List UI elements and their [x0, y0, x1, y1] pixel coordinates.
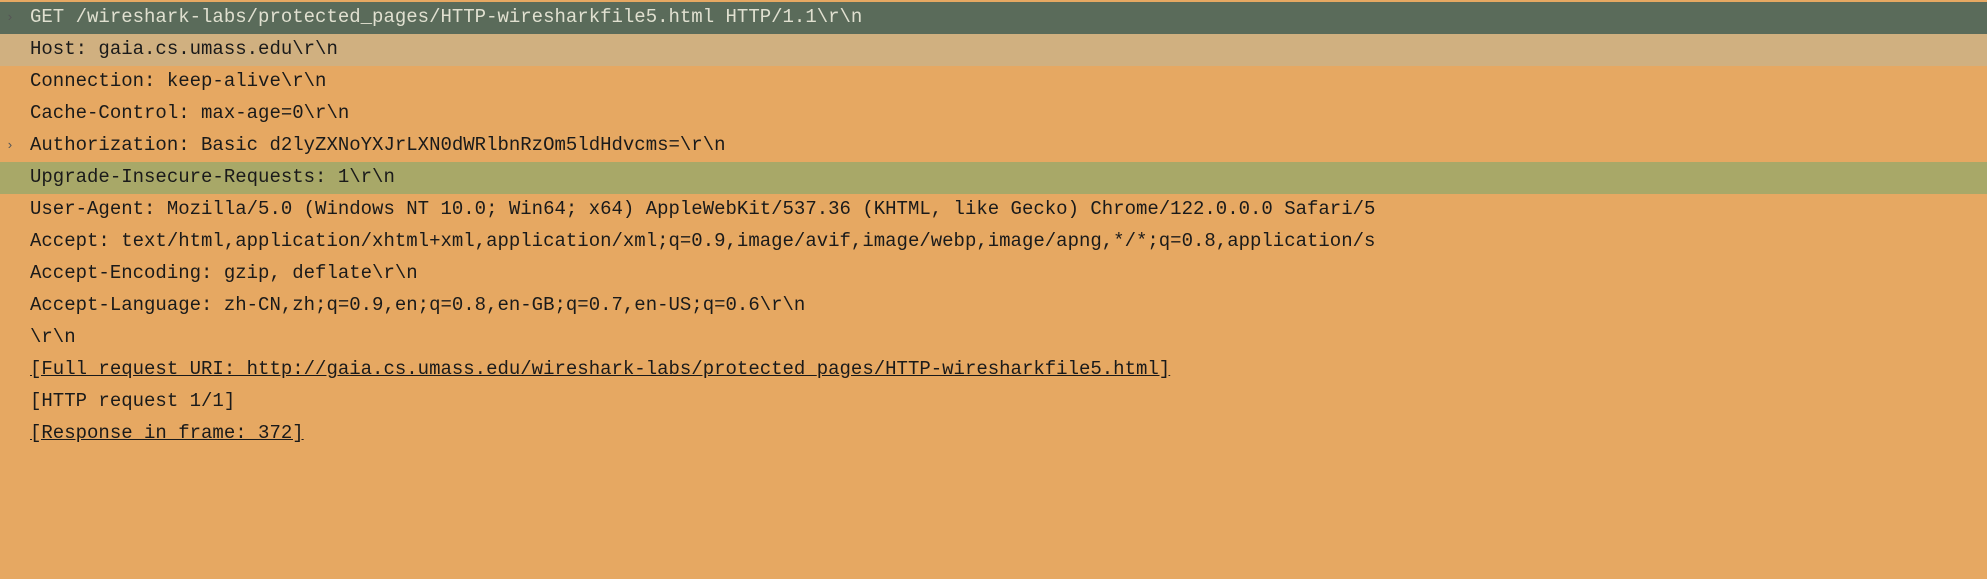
chevron-right-icon[interactable]: › — [6, 135, 14, 156]
packet-line-11[interactable]: [Full request URI: http://gaia.cs.umass.… — [0, 354, 1987, 386]
packet-line-7[interactable]: Accept: text/html,application/xhtml+xml,… — [0, 226, 1987, 258]
packet-line-text: Upgrade-Insecure-Requests: 1\r\n — [30, 162, 395, 193]
packet-line-6[interactable]: User-Agent: Mozilla/5.0 (Windows NT 10.0… — [0, 194, 1987, 226]
packet-line-text: [HTTP request 1/1] — [30, 386, 235, 417]
chevron-right-icon[interactable]: › — [6, 7, 14, 28]
packet-line-13[interactable]: [Response in frame: 372] — [0, 418, 1987, 450]
packet-line-text: \r\n — [30, 322, 76, 353]
packet-link-text[interactable]: [Response in frame: 372] — [30, 418, 304, 449]
packet-line-text: Accept: text/html,application/xhtml+xml,… — [30, 226, 1375, 257]
packet-line-text: Cache-Control: max-age=0\r\n — [30, 98, 349, 129]
packet-line-text: User-Agent: Mozilla/5.0 (Windows NT 10.0… — [30, 194, 1375, 225]
packet-line-text: Connection: keep-alive\r\n — [30, 66, 326, 97]
packet-line-8[interactable]: Accept-Encoding: gzip, deflate\r\n — [0, 258, 1987, 290]
packet-line-4[interactable]: › Authorization: Basic d2lyZXNoYXJrLXN0dW… — [0, 130, 1987, 162]
packet-line-9[interactable]: Accept-Language: zh-CN,zh;q=0.9,en;q=0.8… — [0, 290, 1987, 322]
packet-line-5[interactable]: Upgrade-Insecure-Requests: 1\r\n — [0, 162, 1987, 194]
packet-line-3[interactable]: Cache-Control: max-age=0\r\n — [0, 98, 1987, 130]
packet-line-text: Host: gaia.cs.umass.edu\r\n — [30, 34, 338, 65]
packet-line-text: Authorization: Basic d2lyZXNoYXJrLXN0dWR… — [30, 130, 726, 161]
packet-line-text: Accept-Language: zh-CN,zh;q=0.9,en;q=0.8… — [30, 290, 805, 321]
packet-line-12[interactable]: [HTTP request 1/1] — [0, 386, 1987, 418]
packet-link-text[interactable]: [Full request URI: http://gaia.cs.umass.… — [30, 354, 1170, 385]
packet-line-2[interactable]: Connection: keep-alive\r\n — [0, 66, 1987, 98]
packet-line-10[interactable]: \r\n — [0, 322, 1987, 354]
packet-line-text: GET /wireshark-labs/protected_pages/HTTP… — [30, 2, 862, 33]
packet-line-text: Accept-Encoding: gzip, deflate\r\n — [30, 258, 418, 289]
packet-line-0[interactable]: › GET /wireshark-labs/protected_pages/HTT… — [0, 2, 1987, 34]
packet-details-panel[interactable]: › GET /wireshark-labs/protected_pages/HTT… — [0, 0, 1987, 452]
packet-line-1[interactable]: Host: gaia.cs.umass.edu\r\n — [0, 34, 1987, 66]
